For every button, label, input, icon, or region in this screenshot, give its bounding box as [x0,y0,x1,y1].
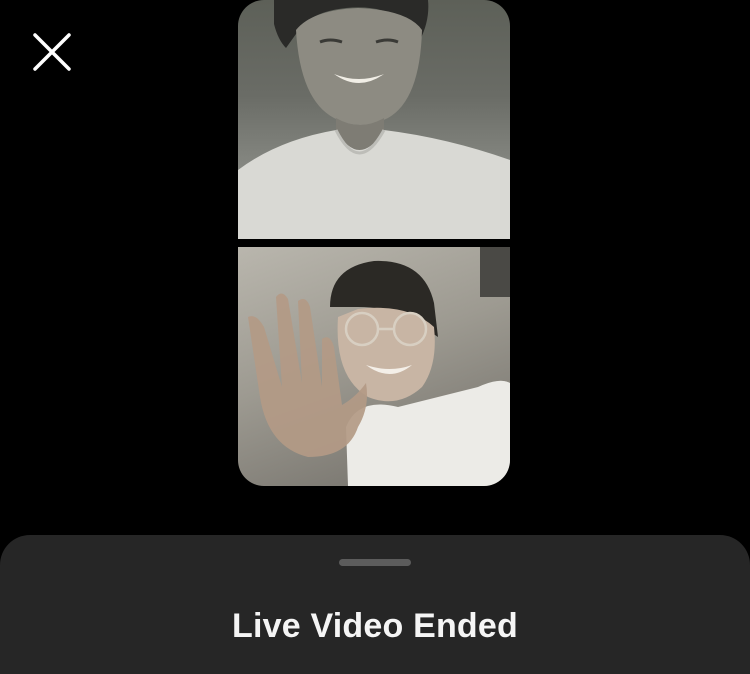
guest-video-feed [238,247,510,486]
close-button[interactable] [26,26,78,78]
person-waving-image [248,260,510,486]
sheet-grabber-handle[interactable] [339,559,411,566]
host-video-feed [238,0,510,239]
person-video-image [238,0,510,239]
live-ended-sheet: Live Video Ended [0,535,750,674]
live-video-screen: Live Video Ended [0,0,750,674]
sheet-title: Live Video Ended [232,607,518,645]
close-icon [33,33,71,71]
